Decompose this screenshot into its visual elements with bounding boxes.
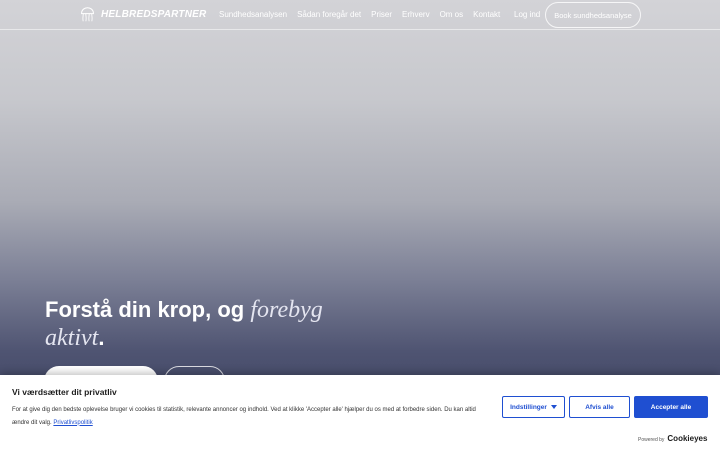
powered-by: Powered by Cookieyes	[638, 434, 707, 443]
cookie-banner: Vi værdsætter dit privatliv For at give …	[0, 375, 720, 450]
nav-link-om-os[interactable]: Om os	[440, 10, 464, 19]
cookie-title: Vi værdsætter dit privatliv	[12, 387, 117, 397]
nav-link-kontakt[interactable]: Kontakt	[473, 10, 500, 19]
nav-link-saadan-foregaar-det[interactable]: Sådan foregår det	[297, 10, 361, 19]
login-link[interactable]: Log ind	[514, 10, 540, 19]
powered-by-label: Powered by	[638, 437, 665, 443]
accept-all-button[interactable]: Accepter alle	[634, 396, 708, 418]
nav-link-sundhedsanalysen[interactable]: Sundhedsanalysen	[219, 10, 287, 19]
cookieyes-logo[interactable]: Cookieyes	[667, 434, 707, 443]
hero-headline: Forstå din krop, og forebyg aktivt.	[45, 296, 345, 352]
cookie-description: For at give dig den bedste oplevelse bru…	[12, 404, 492, 429]
top-navigation: HELBREDSPARTNER Sundhedsanalysen Sådan f…	[0, 0, 720, 30]
cookie-settings-label: Indstillinger	[510, 403, 547, 411]
cookie-settings-button[interactable]: Indstillinger	[502, 396, 565, 418]
nav-link-erhverv[interactable]: Erhverv	[402, 10, 430, 19]
nav-link-priser[interactable]: Priser	[371, 10, 392, 19]
chevron-down-icon	[550, 405, 557, 409]
logo[interactable]: HELBREDSPARTNER	[79, 6, 206, 23]
jellyfish-icon	[81, 7, 94, 22]
headline-emphasis-1: forebyg	[250, 297, 323, 323]
headline-emphasis-2: aktivt	[45, 325, 99, 351]
logo-text: HELBREDSPARTNER	[101, 9, 207, 20]
reject-all-button[interactable]: Afvis alle	[569, 396, 630, 418]
nav-links: Sundhedsanalysen Sådan foregår det Prise…	[219, 10, 510, 19]
privacy-policy-link[interactable]: Privatlivspolitik	[53, 420, 92, 426]
headline-main: Forstå din krop, og	[45, 297, 251, 322]
book-analysis-button[interactable]: Book sundhedsanalyse	[545, 2, 641, 28]
headline-end: .	[98, 325, 105, 350]
